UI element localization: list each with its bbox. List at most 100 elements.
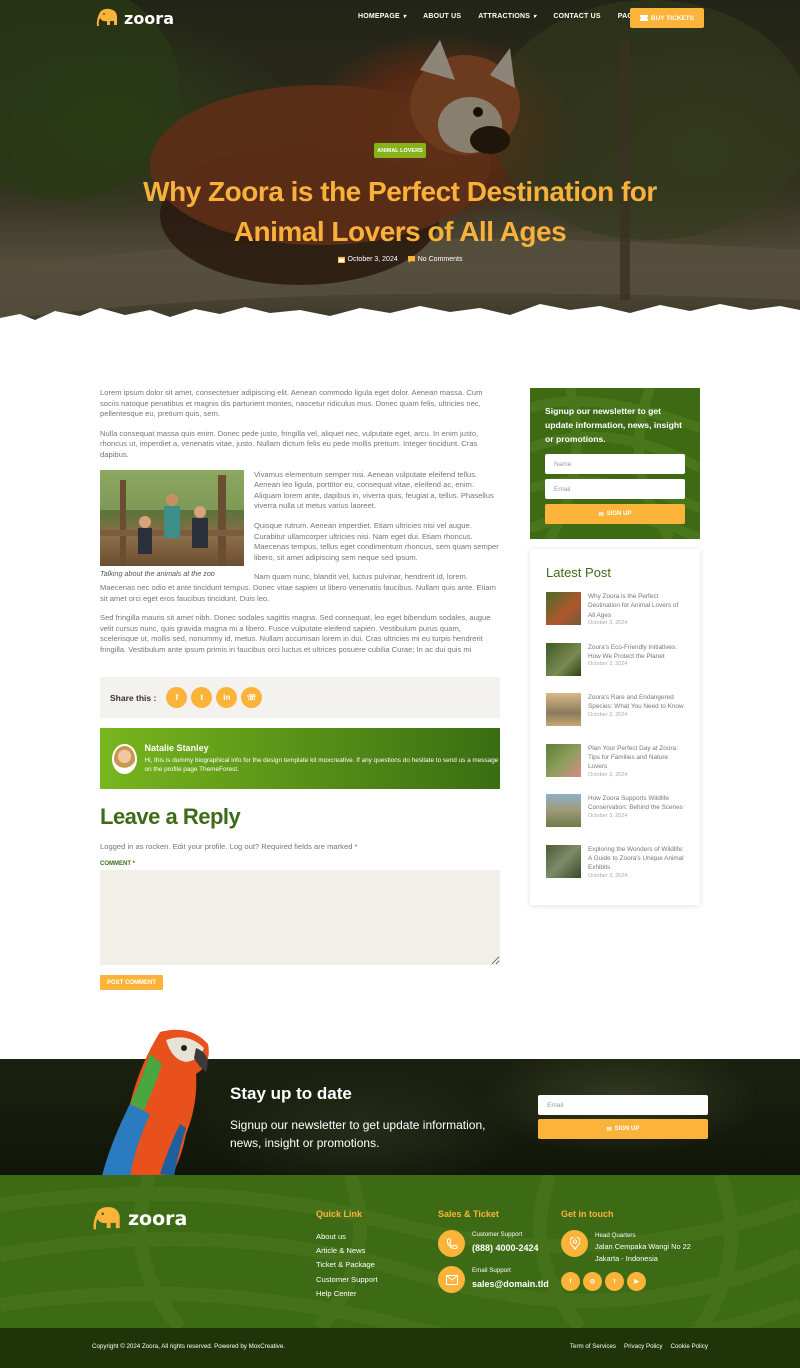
top-navigation: zoora HOMEPAGE ▾ ABOUT US ATTRACTIONS ▾ CO… [96, 8, 704, 28]
sign-up-button[interactable]: ✉ SIGN UP [545, 504, 685, 524]
youtube-icon[interactable]: ▶ [627, 1272, 646, 1291]
nav-attractions[interactable]: ATTRACTIONS ▾ [478, 13, 536, 20]
latest-post-item[interactable]: Zoora's Rare and Endangered Species: Wha… [546, 693, 684, 744]
logo-text: zoora [124, 8, 174, 28]
latest-post-item[interactable]: Exploring the Wonders of Wildlife: A Gui… [546, 844, 684, 896]
location-pin-icon [561, 1230, 588, 1257]
envelope-icon [438, 1266, 465, 1293]
post-title-link[interactable]: Why Zoora is the Perfect Destination for… [588, 592, 684, 620]
author-bio: Hi, this is dummy biographical info for … [144, 757, 499, 773]
post-comment-button[interactable]: POST COMMENT [100, 975, 163, 990]
band-email-input[interactable]: Email [538, 1095, 708, 1115]
latest-post-item[interactable]: How Zoora Supports Wildlife Conservation… [546, 794, 684, 845]
nav-about-us[interactable]: ABOUT US [423, 13, 461, 20]
name-input[interactable]: Name [545, 454, 685, 474]
share-bar: Share this : f t in ☏ [100, 677, 500, 718]
hero-overlay [0, 0, 800, 332]
email-input[interactable]: Email [545, 479, 685, 499]
post-comments[interactable]: No Comments [407, 256, 463, 263]
logged-in-note[interactable]: Logged in as rocken. Edit your profile. … [100, 842, 358, 851]
linkedin-icon[interactable]: in [216, 687, 238, 708]
comment-label: COMMENT * [100, 861, 135, 867]
get-in-touch-heading: Get in touch [561, 1209, 614, 1219]
buy-tickets-button[interactable]: BUY TICKETS [630, 8, 704, 28]
footer-link-about[interactable]: About us [316, 1230, 378, 1244]
figure-caption: Talking about the animals at the zoo [100, 568, 215, 578]
hq-address-line1: Jalan Cempaka Wangi No 22 [595, 1242, 691, 1252]
category-badge[interactable]: ANIMAL LOVERS [374, 143, 426, 158]
footer-logo-text: zoora [128, 1208, 188, 1230]
newsletter-widget: Signup our newsletter to get update info… [530, 388, 700, 539]
post-date: October 3, 2024 [588, 711, 628, 718]
nav-contact-us[interactable]: CONTACT US [553, 13, 600, 20]
post-title-link[interactable]: Zoora's Rare and Endangered Species: Wha… [588, 693, 684, 712]
post-date: October 3, 2024 [588, 812, 628, 819]
post-title-link[interactable]: Plan Your Perfect Day at Zoora: Tips for… [588, 744, 684, 772]
post-thumbnail [546, 844, 581, 878]
latest-post-item[interactable]: Why Zoora is the Perfect Destination for… [546, 592, 684, 643]
main-menu: HOMEPAGE ▾ ABOUT US ATTRACTIONS ▾ CONTACT … [358, 13, 666, 20]
comment-textarea[interactable] [100, 870, 500, 965]
instagram-icon[interactable]: ◎ [583, 1272, 602, 1291]
sign-up-label: SIGN UP [606, 511, 632, 517]
footer-link-help[interactable]: Help Center [316, 1287, 378, 1301]
support-phone[interactable]: (888) 4000-2424 [472, 1243, 539, 1253]
copyright: Copyright © 2024 Zoora, All rights reser… [92, 1343, 286, 1350]
phone-icon [438, 1230, 465, 1257]
footer-socials: f ◎ t ▶ [561, 1272, 646, 1291]
buy-tickets-label: BUY TICKETS [650, 14, 695, 22]
chevron-down-icon: ▾ [533, 14, 537, 20]
post-title-link[interactable]: Exploring the Wonders of Wildlife: A Gui… [588, 845, 684, 873]
twitter-icon[interactable]: t [191, 687, 213, 708]
mail-icon: ✉ [606, 1126, 612, 1133]
post-thumbnail [546, 743, 581, 777]
post-thumbnail [546, 592, 581, 625]
footer-link-support[interactable]: Customer Support [316, 1273, 378, 1287]
post-title-link[interactable]: Zoora's Eco-Friendly Initiatives: How We… [588, 643, 684, 662]
support-label: Customer Support [472, 1231, 523, 1238]
post-date: October 3, 2024 [588, 771, 628, 778]
nav-homepage[interactable]: HOMEPAGE ▾ [358, 13, 406, 20]
post-title: Why Zoora is the Perfect Destination for… [143, 176, 657, 247]
band-sign-up-label: SIGN UP [614, 1126, 640, 1132]
hq-address-line2: Jakarta - Indonesia [595, 1253, 658, 1263]
post-comments-text: No Comments [417, 256, 463, 263]
share-label: Share this : [110, 692, 157, 703]
band-title: Stay up to date [230, 1084, 352, 1103]
post-thumbnail [546, 794, 581, 827]
band-text: Signup our newsletter to get update info… [230, 1118, 486, 1150]
footer-logo[interactable]: zoora [92, 1206, 187, 1232]
newsletter-title: Signup our newsletter to get update info… [545, 406, 683, 444]
head-quarters: Head Quarters Jalan Cempaka Wangi No 22 … [595, 1230, 691, 1264]
footer-link-articles[interactable]: Article & News [316, 1244, 378, 1258]
latest-post-item[interactable]: Plan Your Perfect Day at Zoora: Tips for… [546, 743, 684, 795]
privacy-link[interactable]: Privacy Policy [624, 1343, 663, 1350]
mail-icon: ✉ [598, 511, 604, 518]
elephant-logo-icon [96, 8, 117, 27]
latest-post-item[interactable]: Zoora's Eco-Friendly Initiatives: How We… [546, 642, 684, 694]
terms-link[interactable]: Term of Services [570, 1343, 616, 1350]
cookie-link[interactable]: Cookie Policy [671, 1343, 709, 1350]
latest-posts-widget: Latest Post Why Zoora is the Perfect Des… [530, 549, 700, 905]
author-name[interactable]: Natalie Stanley [145, 743, 500, 753]
facebook-icon[interactable]: f [166, 687, 188, 708]
whatsapp-icon[interactable]: ☏ [241, 687, 263, 708]
post-title-link[interactable]: How Zoora Supports Wildlife Conservation… [588, 794, 684, 813]
twitter-icon[interactable]: t [605, 1272, 624, 1291]
sales-heading: Sales & Ticket [438, 1209, 499, 1219]
site-logo[interactable]: zoora [96, 8, 174, 28]
author-box: Natalie Stanley Hi, this is dummy biogra… [100, 728, 500, 789]
comment-icon [407, 256, 415, 263]
article-body: Lorem ipsum dolor sit amet, consectetuer… [100, 388, 500, 664]
paragraph: Sed fringilla mauris sit amet nibh. Done… [100, 613, 491, 654]
post-date[interactable]: October 3, 2024 [337, 256, 398, 263]
article-figure: Talking about the animals at the zoo [100, 469, 244, 580]
footer-link-tickets[interactable]: Ticket & Package [316, 1258, 378, 1272]
photo-illustration [100, 469, 244, 566]
post-date: October 3, 2024 [588, 620, 628, 627]
legal-links: Term of Services Privacy Policy Cookie P… [570, 1343, 708, 1350]
facebook-icon[interactable]: f [561, 1272, 580, 1291]
support-email[interactable]: sales@domain.tld [472, 1279, 549, 1289]
author-avatar[interactable] [112, 743, 137, 774]
band-sign-up-button[interactable]: ✉ SIGN UP [538, 1119, 708, 1139]
